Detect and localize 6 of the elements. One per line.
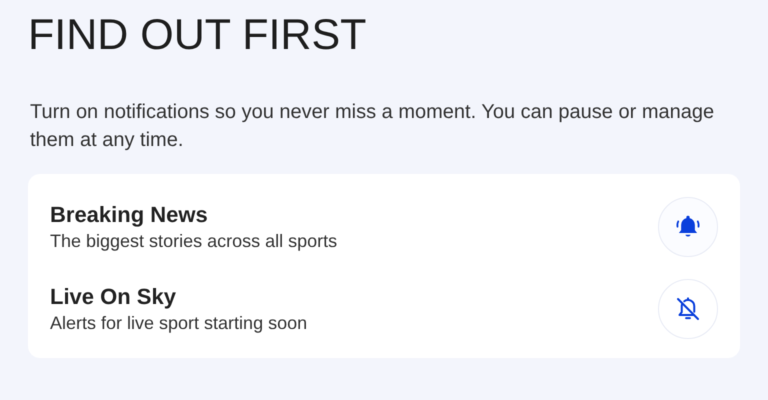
intro-text: Turn on notifications so you never miss a moment. You can pause or manage them at any time. bbox=[30, 100, 716, 153]
page-heading: FIND OUT FIRST bbox=[28, 10, 368, 61]
alert-description: The biggest stories across all sports bbox=[50, 230, 338, 253]
alert-title: Live On Sky bbox=[50, 283, 177, 311]
alert-title: Breaking News bbox=[50, 201, 209, 229]
alert-description: Alerts for live sport starting soon bbox=[50, 312, 308, 335]
